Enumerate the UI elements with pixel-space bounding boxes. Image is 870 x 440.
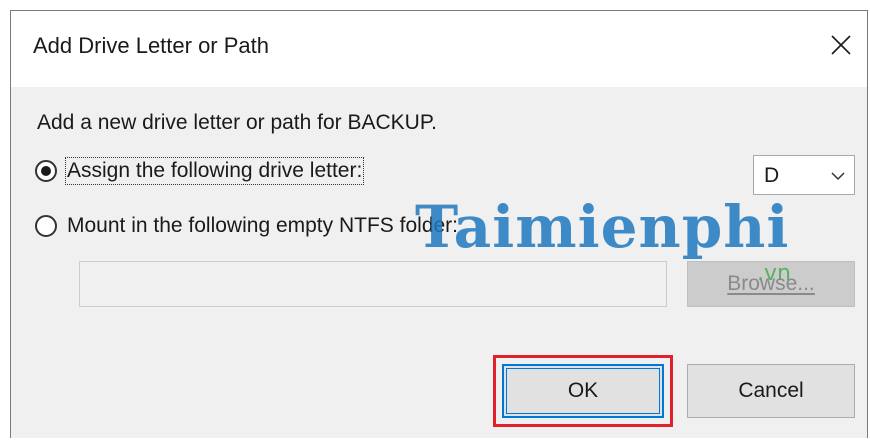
- assign-letter-radio[interactable]: [35, 160, 57, 182]
- assign-letter-label[interactable]: Assign the following drive letter:: [64, 157, 365, 185]
- cancel-button[interactable]: Cancel: [687, 364, 855, 418]
- dialog-description: Add a new drive letter or path for BACKU…: [37, 111, 437, 134]
- browse-button: Browse...: [687, 261, 855, 307]
- dialog-title: Add Drive Letter or Path: [33, 33, 270, 58]
- ok-button[interactable]: OK: [502, 364, 664, 418]
- mount-folder-label[interactable]: Mount in the following empty NTFS folder…: [67, 214, 458, 238]
- drive-letter-select[interactable]: D: [753, 155, 855, 195]
- close-icon: [831, 35, 851, 55]
- folder-path-input: [79, 261, 667, 307]
- drive-letter-value: D: [764, 164, 780, 187]
- assign-letter-option[interactable]: Assign the following drive letter:: [35, 157, 365, 185]
- chevron-down-icon: [830, 168, 846, 189]
- close-button[interactable]: [815, 19, 867, 71]
- watermark-brand: Taimienphi: [415, 193, 790, 261]
- mount-folder-option[interactable]: Mount in the following empty NTFS folder…: [35, 214, 458, 238]
- radio-selected-dot: [41, 166, 51, 176]
- add-drive-letter-dialog: Add Drive Letter or Path Add a new drive…: [10, 10, 868, 438]
- cancel-button-label: Cancel: [738, 379, 804, 402]
- title-bar: Add Drive Letter or Path: [11, 11, 867, 87]
- mount-folder-radio[interactable]: [35, 215, 57, 237]
- ok-button-label: OK: [567, 379, 599, 402]
